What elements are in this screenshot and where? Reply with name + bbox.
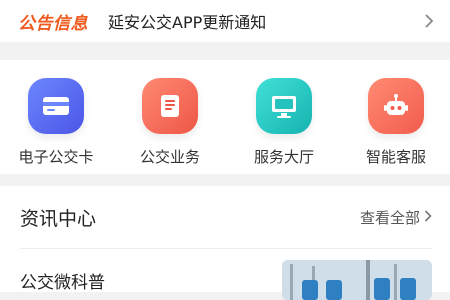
- news-item-title[interactable]: 公交微科普: [20, 268, 105, 293]
- action-e-bus-card[interactable]: 电子公交卡: [6, 78, 106, 167]
- action-service-hall[interactable]: 服务大厅: [234, 78, 334, 167]
- document-icon: [142, 78, 198, 134]
- notice-badge: 公告信息: [18, 13, 88, 34]
- action-label: 智能客服: [365, 148, 426, 166]
- action-smart-support[interactable]: 智能客服: [346, 78, 446, 167]
- news-section: 资讯中心 查看全部 公交微科普: [0, 186, 450, 300]
- robot-icon: [368, 78, 424, 134]
- action-label: 服务大厅: [253, 148, 314, 166]
- action-label: 电子公交卡: [18, 148, 94, 166]
- view-all-link[interactable]: 查看全部: [360, 207, 432, 228]
- news-header: 资讯中心 查看全部: [0, 186, 450, 248]
- news-title: 资讯中心: [20, 207, 97, 230]
- chevron-right-icon: [420, 12, 438, 30]
- card-icon: [28, 78, 84, 134]
- action-label: 公交业务: [139, 148, 200, 166]
- view-all-label: 查看全部: [359, 208, 420, 227]
- action-bus-business[interactable]: 公交业务: [120, 78, 220, 167]
- chevron-right-icon: [424, 208, 432, 226]
- news-thumbnail[interactable]: [282, 260, 432, 300]
- notice-title[interactable]: 延安公交APP更新通知: [108, 9, 420, 33]
- quick-actions: 电子公交卡 公交业务 服务大厅 智能客服: [0, 60, 450, 174]
- divider: [20, 248, 432, 249]
- monitor-icon: [256, 78, 312, 134]
- notice-bar[interactable]: 公告信息 延安公交APP更新通知: [0, 0, 450, 42]
